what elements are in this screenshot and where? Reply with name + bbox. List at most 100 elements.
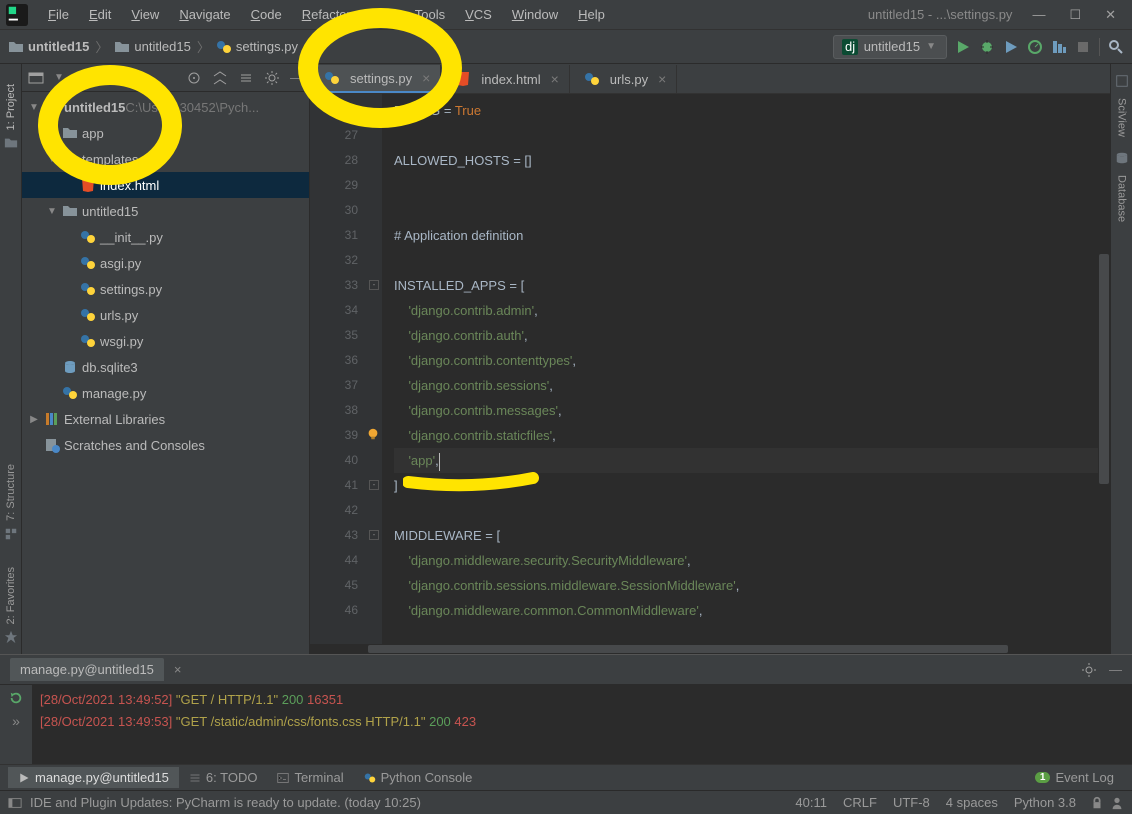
code-editor[interactable]: 2627282930313233343536373839404142434445… xyxy=(310,94,1110,654)
menu-window[interactable]: Window xyxy=(502,3,568,26)
tree-row[interactable]: asgi.py xyxy=(22,250,309,276)
run-icon[interactable] xyxy=(955,39,971,55)
profile-icon[interactable] xyxy=(1027,39,1043,55)
terminal-line: [28/Oct/2021 13:49:52] "GET / HTTP/1.1" … xyxy=(40,689,1124,711)
database-tool-tab[interactable]: Database xyxy=(1116,175,1128,222)
tree-row[interactable]: ▼templates xyxy=(22,146,309,172)
breadcrumb-root[interactable]: untitled15 xyxy=(28,39,89,54)
close-tab-icon[interactable]: × xyxy=(422,70,430,86)
structure-tool-tab[interactable]: 7: Structure xyxy=(5,464,17,521)
fold-toggle-icon[interactable]: - xyxy=(369,530,379,540)
fold-column[interactable]: - - - xyxy=(368,94,382,654)
menu-run[interactable]: Run xyxy=(361,3,405,26)
fold-toggle-icon[interactable]: - xyxy=(369,480,379,490)
python-file-icon xyxy=(80,229,96,245)
minimize-icon[interactable]: — xyxy=(1032,7,1045,23)
breadcrumb-leaf[interactable]: settings.py xyxy=(236,39,298,54)
close-tab-icon[interactable]: × xyxy=(551,71,559,87)
python-file-icon xyxy=(216,39,232,55)
tree-row[interactable]: ▶app xyxy=(22,120,309,146)
terminal-tool-button[interactable]: Terminal xyxy=(267,767,353,788)
project-view-icon[interactable] xyxy=(28,70,44,86)
fold-toggle-icon[interactable]: - xyxy=(369,280,379,290)
editor-tab[interactable]: settings.py× xyxy=(310,65,441,93)
search-icon[interactable] xyxy=(1108,39,1124,55)
menu-tools[interactable]: Tools xyxy=(405,3,455,26)
indent-info[interactable]: 4 spaces xyxy=(938,795,1006,810)
project-tool-tab[interactable]: 1: Project xyxy=(5,84,17,130)
hector-icon[interactable] xyxy=(1110,796,1124,810)
line-number-gutter[interactable]: 2627282930313233343536373839404142434445… xyxy=(310,94,368,654)
more-icon[interactable]: » xyxy=(12,713,20,729)
tree-row[interactable]: ▼untitled15 xyxy=(22,198,309,224)
encoding[interactable]: UTF-8 xyxy=(885,795,938,810)
menu-refactor[interactable]: Refactor xyxy=(292,3,361,26)
breadcrumb[interactable]: untitled15 〉 untitled15 〉 settings.py xyxy=(8,37,298,56)
python-console-tool-button[interactable]: Python Console xyxy=(354,767,483,788)
python-interpreter[interactable]: Python 3.8 xyxy=(1006,795,1084,810)
run-toolbar: » xyxy=(0,685,32,764)
code-text[interactable]: DEBUG = True ALLOWED_HOSTS = [] # Applic… xyxy=(382,94,1110,654)
vertical-scrollbar[interactable] xyxy=(1098,124,1110,654)
close-tab-icon[interactable]: × xyxy=(174,662,182,677)
folder-icon xyxy=(62,151,78,167)
tree-row[interactable]: settings.py xyxy=(22,276,309,302)
project-icon xyxy=(4,136,18,150)
window-title: untitled15 - ...\settings.py xyxy=(868,7,1033,22)
stop-icon[interactable] xyxy=(1075,39,1091,55)
rerun-icon[interactable] xyxy=(9,691,23,705)
concurrency-icon[interactable] xyxy=(1051,39,1067,55)
breadcrumb-mid[interactable]: untitled15 xyxy=(134,39,190,54)
run-output[interactable]: » [28/Oct/2021 13:49:52] "GET / HTTP/1.1… xyxy=(0,685,1132,764)
favorites-tool-tab[interactable]: 2: Favorites xyxy=(5,567,17,624)
maximize-icon[interactable]: ☐ xyxy=(1069,7,1081,23)
hide-panel-icon[interactable]: — xyxy=(1109,662,1122,678)
tree-row[interactable]: __init__.py xyxy=(22,224,309,250)
tree-row[interactable]: index.html xyxy=(22,172,309,198)
tree-row[interactable]: ▶External Libraries xyxy=(22,406,309,432)
run-tab[interactable]: manage.py@untitled15 xyxy=(10,658,164,681)
folder-icon xyxy=(114,39,130,55)
horizontal-scrollbar[interactable] xyxy=(310,644,1098,654)
tree-row[interactable]: urls.py xyxy=(22,302,309,328)
editor-tab[interactable]: urls.py× xyxy=(570,65,677,93)
status-message[interactable]: IDE and Plugin Updates: PyCharm is ready… xyxy=(22,795,429,810)
project-chevron-icon[interactable]: ▼ xyxy=(54,72,64,83)
editor-tab[interactable]: index.html× xyxy=(441,65,569,93)
collapse-icon[interactable] xyxy=(238,70,254,86)
todo-tool-button[interactable]: 6: TODO xyxy=(179,767,268,788)
tree-row[interactable]: db.sqlite3 xyxy=(22,354,309,380)
hide-panel-icon[interactable]: — xyxy=(290,70,303,85)
gear-icon[interactable] xyxy=(264,70,280,86)
run-tool-button[interactable]: manage.py@untitled15 xyxy=(8,767,179,788)
locate-icon[interactable] xyxy=(186,70,202,86)
tree-row[interactable]: Scratches and Consoles xyxy=(22,432,309,458)
intention-bulb-icon[interactable] xyxy=(366,427,380,441)
menu-file[interactable]: File xyxy=(38,3,79,26)
run-configuration-selector[interactable]: dj untitled15 ▼ xyxy=(833,35,947,59)
close-icon[interactable]: ✕ xyxy=(1105,7,1116,23)
debug-icon[interactable] xyxy=(979,39,995,55)
line-ending[interactable]: CRLF xyxy=(835,795,885,810)
menu-navigate[interactable]: Navigate xyxy=(169,3,240,26)
menu-view[interactable]: View xyxy=(121,3,169,26)
menu-help[interactable]: Help xyxy=(568,3,615,26)
python-file-icon xyxy=(80,307,96,323)
gear-icon[interactable] xyxy=(1081,662,1097,678)
lock-icon[interactable] xyxy=(1090,796,1104,810)
tree-row[interactable]: ▼untitled15 C:\Users\30452\Pych... xyxy=(22,94,309,120)
status-toggle-icon[interactable] xyxy=(8,796,22,810)
menu-code[interactable]: Code xyxy=(241,3,292,26)
tree-row[interactable]: wsgi.py xyxy=(22,328,309,354)
sciview-tool-tab[interactable]: SciView xyxy=(1116,98,1128,137)
expand-all-icon[interactable] xyxy=(212,70,228,86)
menu-edit[interactable]: Edit xyxy=(79,3,121,26)
cursor-position[interactable]: 40:11 xyxy=(787,795,835,810)
project-tree[interactable]: ▼untitled15 C:\Users\30452\Pych...▶app▼t… xyxy=(22,92,309,654)
close-tab-icon[interactable]: × xyxy=(658,71,666,87)
tree-row[interactable]: manage.py xyxy=(22,380,309,406)
event-log-button[interactable]: 1 Event Log xyxy=(1025,767,1124,788)
run-coverage-icon[interactable] xyxy=(1003,39,1019,55)
menu-vcs[interactable]: VCS xyxy=(455,3,502,26)
favorites-icon xyxy=(4,630,18,644)
